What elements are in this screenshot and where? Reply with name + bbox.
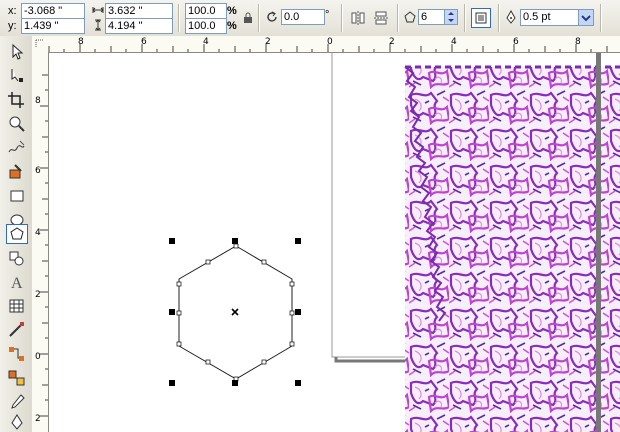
ruler-label: 2 [35,414,41,424]
ruler-label: 2 [35,290,41,300]
ruler-origin[interactable] [32,36,49,53]
wrap-text-icon[interactable] [471,8,491,28]
horizontal-ruler-ticks [48,44,608,52]
separator [600,4,602,32]
polygon-sides-icon [404,11,416,26]
blend-tool[interactable] [6,368,28,388]
basic-shapes-tool[interactable] [6,248,28,268]
ruler-label: 6 [141,37,147,47]
center-x-icon[interactable] [231,308,239,316]
ruler-label: 8 [35,96,41,106]
ruler-label: 0 [327,37,333,47]
vertical-ruler-ticks [40,74,48,417]
pick-tool[interactable] [6,42,28,62]
x-label: x: [8,5,17,17]
shape-tool[interactable] [6,66,28,86]
polygon-tool[interactable] [6,224,28,244]
smart-fill-tool[interactable] [6,162,28,182]
width-field[interactable]: 3.632 " [105,3,173,19]
freehand-tool[interactable] [6,138,28,158]
ruler-label: 4 [35,228,41,238]
ruler-label: 4 [203,37,209,47]
separator [498,4,500,32]
outline-width-value: 0.5 pt [523,11,551,23]
svg-text:A: A [11,275,23,292]
mirror-vertical-icon[interactable] [373,10,389,29]
rectangle-tool[interactable] [6,186,28,206]
chevron-down-icon[interactable] [578,9,594,26]
y-position-field[interactable]: 1.439 " [21,18,85,34]
dimension-tool[interactable] [6,320,28,340]
mirror-horizontal-icon[interactable] [350,10,366,29]
ruler-label: 6 [513,37,519,47]
x-position-field[interactable]: -3.068 " [21,3,85,19]
drawing-canvas[interactable] [49,53,620,432]
y-label: y: [8,20,17,32]
height-field[interactable]: 4.194 " [105,18,173,34]
polygon-sides-field[interactable]: 6 [418,9,446,25]
vertical-ruler[interactable]: 8 6 4 2 0 2 [32,52,49,432]
text-tool[interactable]: A [6,272,28,292]
table-tool[interactable] [6,296,28,316]
crop-tool[interactable] [6,90,28,110]
lizard-tile-pattern[interactable] [404,65,620,432]
scale-x-field[interactable]: 100.0 [185,3,227,19]
connector-tool[interactable] [6,344,28,364]
outline-tool[interactable] [6,412,28,432]
degree-label: ° [325,9,330,21]
ruler-label: 8 [575,37,581,47]
horizontal-ruler[interactable]: 8 6 4 2 0 2 4 6 8 [48,36,620,53]
ruler-label: 2 [265,37,271,47]
percent-x-label: % [227,5,237,17]
separator [178,4,180,32]
rotation-icon [266,11,278,26]
ruler-label: 6 [35,166,41,176]
eyedropper-tool[interactable] [6,392,28,412]
lock-ratio-icon[interactable] [243,12,253,27]
scale-y-field[interactable]: 100.0 [185,18,227,34]
outline-width-dropdown[interactable]: 0.5 pt [520,9,584,26]
percent-y-label: % [227,20,237,32]
ruler-label: 4 [451,37,457,47]
separator [258,4,260,32]
ruler-label: 8 [78,37,84,47]
width-icon [92,5,104,18]
zoom-tool[interactable] [6,114,28,134]
rotation-field[interactable]: 0.0 [281,9,325,25]
separator [341,4,343,32]
ruler-label: 2 [389,37,395,47]
separator [397,4,399,32]
toolbox: A [0,36,33,432]
sides-spinner[interactable] [444,9,458,25]
ruler-label: 0 [35,352,41,362]
height-icon [92,19,104,34]
property-bar: x: y: -3.068 " 1.439 " 3.632 " 4.194 " 1… [0,0,620,37]
page-shadow [596,53,601,432]
outline-pen-icon [505,9,517,27]
separator [464,4,466,32]
